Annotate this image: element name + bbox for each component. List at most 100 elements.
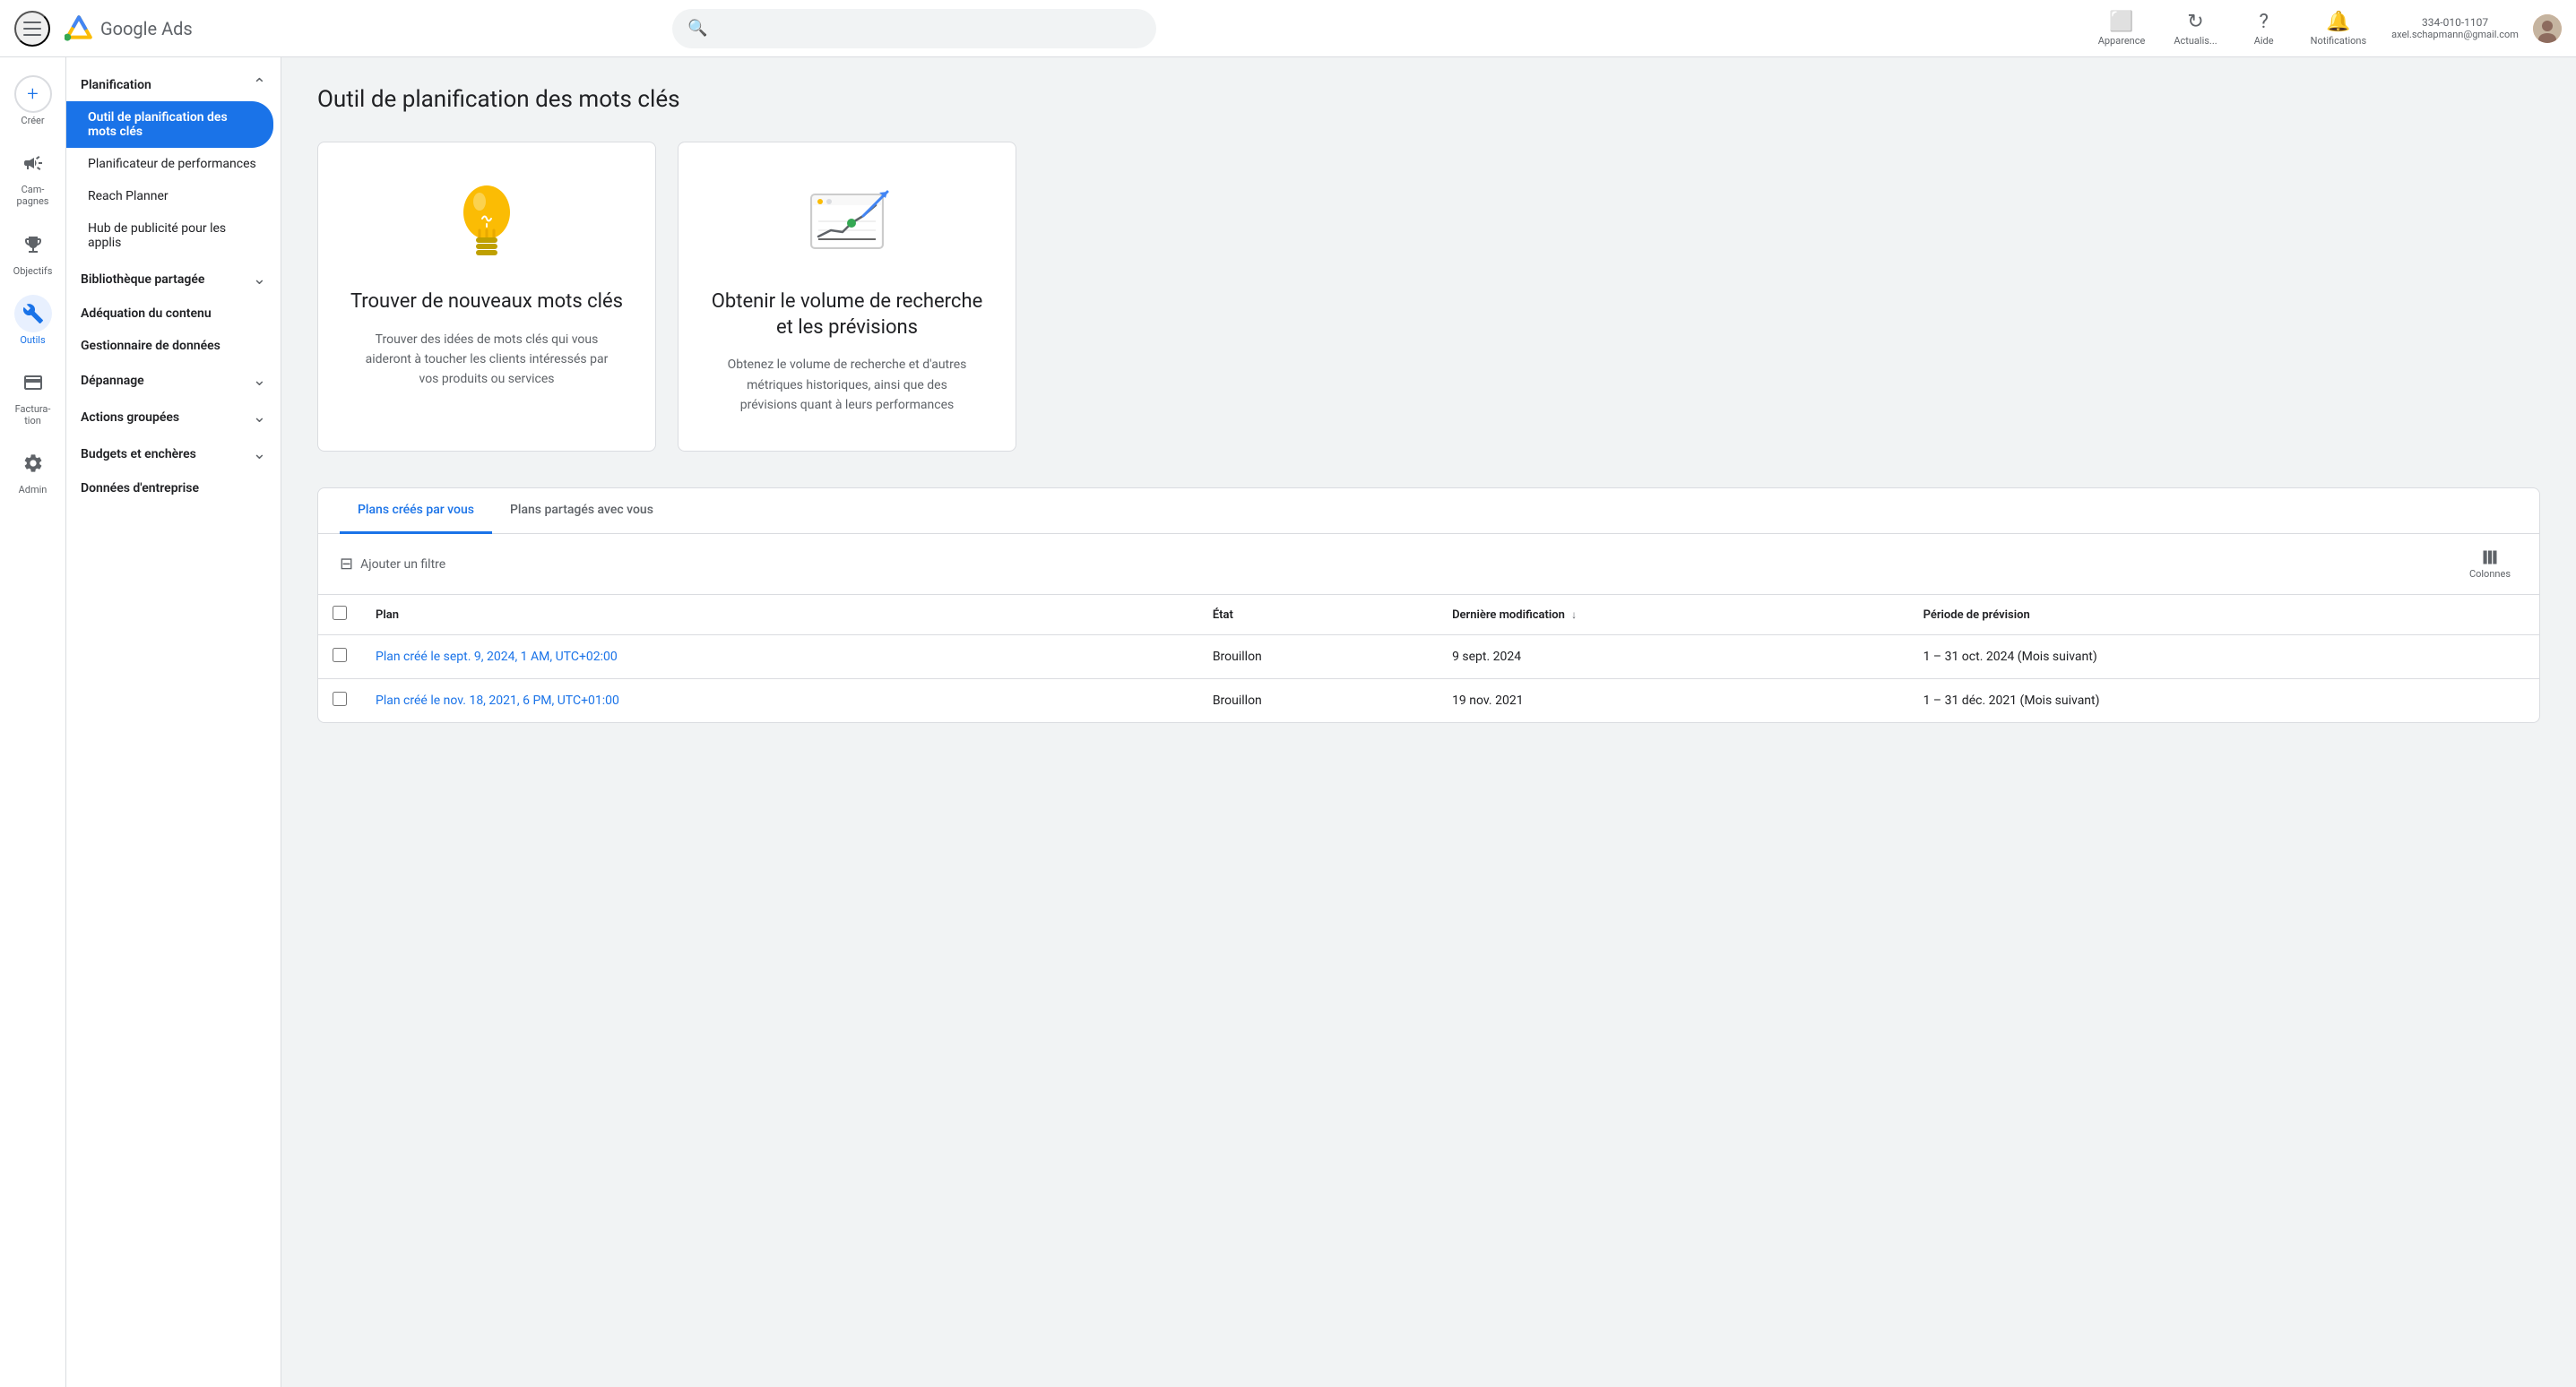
row1-modification-cell: 9 sept. 2024 [1438,635,1909,679]
card-volume-recherche[interactable]: Obtenir le volume de recherche et les pr… [678,142,1016,452]
row1-checkbox[interactable] [333,648,347,662]
row2-etat-cell: Brouillon [1198,679,1438,723]
aide-label: Aide [2254,35,2274,47]
top-navigation: Google Ads 🔍 ⬜ Apparence ↻ Actualis... ?… [0,0,2576,57]
help-icon: ? [2259,11,2268,33]
campagnes-label: Cam- pagnes [10,184,56,207]
account-info[interactable]: 334-010-1107 axel.schapmann@gmail.com [2384,13,2526,44]
budgets-section-header[interactable]: Budgets et enchères ⌄ [66,434,281,470]
plus-icon: + [27,83,38,106]
trophy-icon [22,234,44,255]
select-all-checkbox[interactable] [333,606,347,620]
columns-button[interactable]: Colonnes [2462,545,2518,583]
row2-checkbox[interactable] [333,692,347,706]
outils-circle [14,295,52,332]
plans-table: Plan État Dernière modification ↓ Périod… [318,595,2539,722]
create-circle: + [14,75,52,113]
tab-plans-partages[interactable]: Plans partagés avec vous [492,488,671,534]
row1-plan-link[interactable]: Plan créé le sept. 9, 2024, 1 AM, UTC+02… [376,650,618,664]
avatar[interactable] [2533,14,2562,43]
depannage-section-header[interactable]: Dépannage ⌄ [66,360,281,397]
sidebar-item-planificateur-perf[interactable]: Planificateur de performances [66,148,273,180]
chart-illustration [793,178,901,268]
icon-strip: + Créer Cam- pagnes Objectifs [0,57,66,1387]
table-header: Plan État Dernière modification ↓ Périod… [318,595,2539,635]
search-bar[interactable]: 🔍 [672,9,1156,48]
card-trouver-title: Trouver de nouveaux mots clés [350,289,623,315]
sidebar-item-reach-planner[interactable]: Reach Planner [66,180,273,212]
planificateur-perf-label: Planificateur de performances [88,157,256,171]
columns-icon [2481,548,2499,566]
card-volume-title: Obtenir le volume de recherche et les pr… [707,289,987,340]
row2-modification-cell: 19 nov. 2021 [1438,679,1909,723]
search-icon: 🔍 [687,19,707,38]
lightbulb-svg [433,178,540,268]
refresh-icon: ↻ [2187,11,2203,33]
header-derniere-modification[interactable]: Dernière modification ↓ [1438,595,1909,635]
sidebar-item-hub-publicite[interactable]: Hub de publicité pour les applis [66,212,273,259]
reach-planner-label: Reach Planner [88,189,169,203]
sidebar-item-facturation[interactable]: Factura- tion [3,357,64,434]
budgets-title: Budgets et enchères [81,447,196,461]
actualiser-label: Actualis... [2174,35,2217,47]
sidebar-item-objectifs[interactable]: Objectifs [3,219,64,284]
outils-label: Outils [20,334,45,346]
sidebar-item-outil-mots-cles[interactable]: Outil de planification des mots clés [66,101,273,148]
page-title: Outil de planification des mots clés [317,86,2540,113]
chevron-down-icon-2: ⌄ [253,371,266,390]
admin-label: Admin [19,484,48,495]
sidebar-item-campagnes[interactable]: Cam- pagnes [3,137,64,214]
notifications-button[interactable]: 🔔 Notifications [2300,5,2378,52]
credit-card-icon [22,372,44,393]
bell-icon: 🔔 [2326,11,2350,33]
sidebar-item-outils[interactable]: Outils [3,288,64,353]
row2-plan-link[interactable]: Plan créé le nov. 18, 2021, 6 PM, UTC+01… [376,694,619,708]
account-id: 334-010-1107 [2422,16,2488,29]
actions-groupees-title: Actions groupées [81,410,179,425]
header-periode-prevision: Période de prévision [1909,595,2539,635]
filter-icon: ⊟ [340,555,353,573]
chevron-up-icon: ⌃ [253,75,266,94]
actualiser-button[interactable]: ↻ Actualis... [2163,5,2227,52]
creer-label: Créer [21,115,44,126]
apparence-button[interactable]: ⬜ Apparence [2088,5,2157,52]
planification-title: Planification [81,78,151,92]
chevron-down-icon-4: ⌄ [253,444,266,463]
facturation-circle [14,364,52,401]
filter-left: ⊟ Ajouter un filtre [340,555,445,573]
table-header-row: Plan État Dernière modification ↓ Périod… [318,595,2539,635]
tabs-section: Plans créés par vous Plans partagés avec… [317,487,2540,723]
tab-plans-crees[interactable]: Plans créés par vous [340,488,492,534]
sidebar-item-creer[interactable]: + Créer [3,68,64,134]
hub-publicite-label: Hub de publicité pour les applis [88,221,259,250]
filter-label[interactable]: Ajouter un filtre [360,557,445,572]
google-ads-logo[interactable]: Google Ads [65,14,193,43]
aide-button[interactable]: ? Aide [2235,5,2293,52]
actions-groupees-section-header[interactable]: Actions groupées ⌄ [66,397,281,434]
search-input[interactable] [718,22,1141,36]
donnees-section-header[interactable]: Données d'entreprise [66,470,281,503]
filter-bar: ⊟ Ajouter un filtre Colonnes [318,534,2539,595]
gestionnaire-section-header[interactable]: Gestionnaire de données [66,328,281,360]
megaphone-icon [22,152,44,174]
planification-section-header[interactable]: Planification ⌃ [66,65,281,101]
google-ads-logo-icon [65,14,93,43]
objectifs-circle [14,226,52,263]
tabs-header: Plans créés par vous Plans partagés avec… [318,488,2539,534]
adequation-section-header[interactable]: Adéquation du contenu [66,296,281,328]
adequation-title: Adéquation du contenu [81,306,212,321]
header-etat: État [1198,595,1438,635]
sidebar-item-admin[interactable]: Admin [3,437,64,503]
bibliotheque-section-header[interactable]: Bibliothèque partagée ⌄ [66,259,281,296]
hamburger-menu-button[interactable] [14,11,50,47]
table-row: Plan créé le sept. 9, 2024, 1 AM, UTC+02… [318,635,2539,679]
hamburger-icon [23,22,41,36]
row2-checkbox-cell [318,679,361,723]
chart-svg [793,178,901,268]
row1-periode-cell: 1 – 31 oct. 2024 (Mois suivant) [1909,635,2539,679]
row2-plan-cell: Plan créé le nov. 18, 2021, 6 PM, UTC+01… [361,679,1198,723]
row1-checkbox-cell [318,635,361,679]
header-checkbox-col [318,595,361,635]
card-trouver-mots-cles[interactable]: Trouver de nouveaux mots clés Trouver de… [317,142,656,452]
objectifs-label: Objectifs [13,265,53,277]
